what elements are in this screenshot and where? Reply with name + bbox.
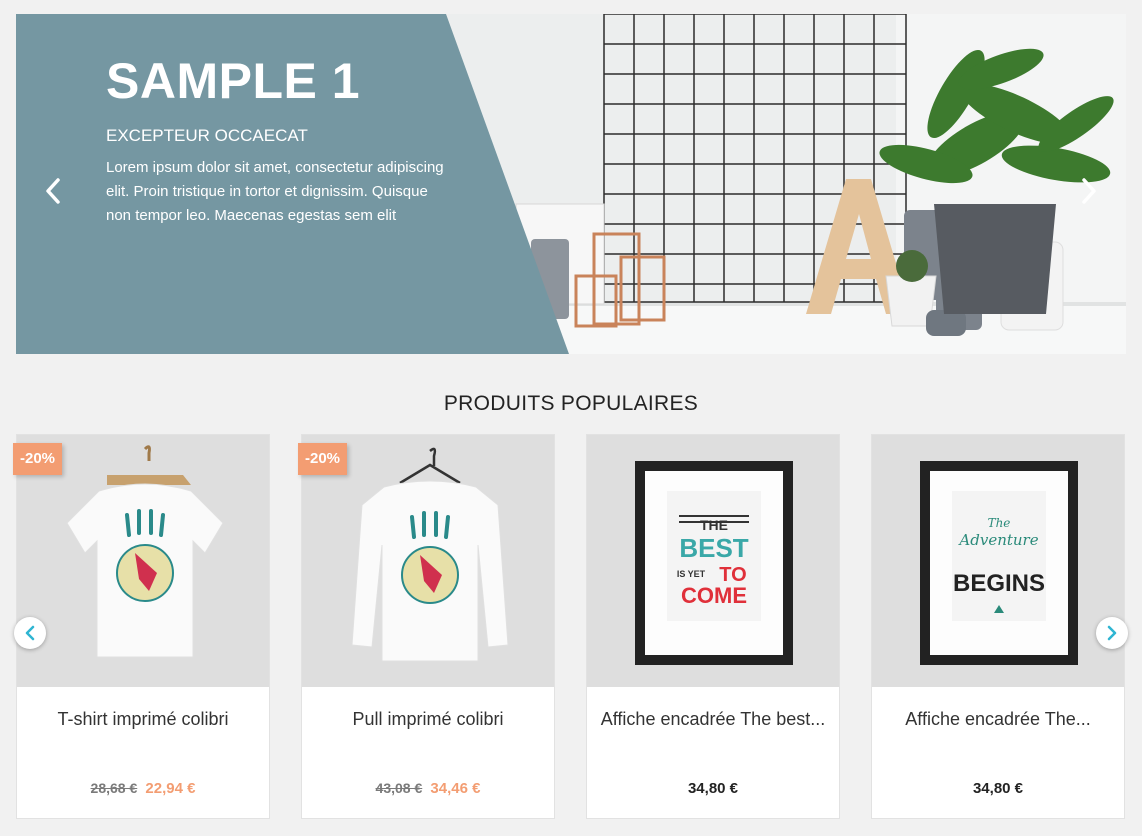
- chevron-left-icon: [46, 178, 60, 204]
- slider-prev-button[interactable]: [38, 174, 68, 208]
- chevron-left-icon: [25, 625, 35, 641]
- product-name[interactable]: Pull imprimé colibri: [312, 708, 544, 731]
- product-card[interactable]: Pull imprimé colibri 43,08 € 34,46 €: [301, 434, 555, 819]
- product-price: 34,80 €: [972, 780, 1024, 797]
- poster-line-1: The: [988, 516, 1011, 530]
- framed-poster-image: The Adventure BEGINS: [920, 461, 1078, 665]
- product-name[interactable]: Affiche encadrée The best...: [597, 708, 829, 731]
- poster-line-3: BEGINS: [953, 570, 1045, 597]
- product-image[interactable]: THE BEST IS YET TO COME: [587, 435, 839, 687]
- slider-next-button[interactable]: [1074, 174, 1104, 208]
- product-name[interactable]: Affiche encadrée The...: [882, 708, 1114, 731]
- poster-line-1: THE: [700, 517, 728, 533]
- product-price-row: 34,80 €: [587, 780, 839, 797]
- product-name[interactable]: T-shirt imprimé colibri: [27, 708, 259, 731]
- discounted-price: 34,46 €: [430, 780, 481, 797]
- product-price: 34,80 €: [687, 780, 739, 797]
- product-card[interactable]: THE BEST IS YET TO COME Affiche encadrée…: [586, 434, 840, 819]
- product-image[interactable]: The Adventure BEGINS: [872, 435, 1124, 687]
- hero-subtitle: EXCEPTEUR OCCAECAT: [106, 126, 308, 145]
- chevron-right-icon: [1107, 625, 1117, 641]
- discounted-price: 22,94 €: [145, 780, 196, 797]
- product-card[interactable]: The Adventure BEGINS Affiche encadrée Th…: [871, 434, 1125, 819]
- regular-price: 28,68 €: [90, 780, 138, 796]
- poster-line-2: BEST: [679, 533, 748, 563]
- discount-badge: -20%: [298, 443, 348, 475]
- product-price-row: 34,80 €: [872, 780, 1124, 797]
- chevron-right-icon: [1082, 178, 1096, 204]
- poster-line-2: Adventure: [957, 531, 1038, 549]
- hero-description: Lorem ipsum dolor sit amet, consectetur …: [106, 159, 444, 224]
- product-price-row: 43,08 € 34,46 €: [302, 780, 554, 797]
- hero-slider: SAMPLE 1 EXCEPTEUR OCCAECAT Lorem ipsum …: [16, 14, 1126, 354]
- regular-price: 43,08 €: [375, 780, 423, 796]
- section-title: PRODUITS POPULAIRES: [443, 392, 699, 415]
- product-price-row: 28,68 € 22,94 €: [17, 780, 269, 797]
- poster-line-5: COME: [681, 583, 747, 608]
- framed-poster-image: THE BEST IS YET TO COME: [635, 461, 793, 665]
- product-card[interactable]: T-shirt imprimé colibri 28,68 € 22,94 €: [16, 434, 270, 819]
- hero-title: SAMPLE 1: [106, 53, 361, 109]
- discount-badge: -20%: [13, 443, 63, 475]
- poster-line-3: IS YET: [677, 569, 706, 579]
- carousel-next-button[interactable]: [1096, 617, 1128, 649]
- carousel-prev-button[interactable]: [14, 617, 46, 649]
